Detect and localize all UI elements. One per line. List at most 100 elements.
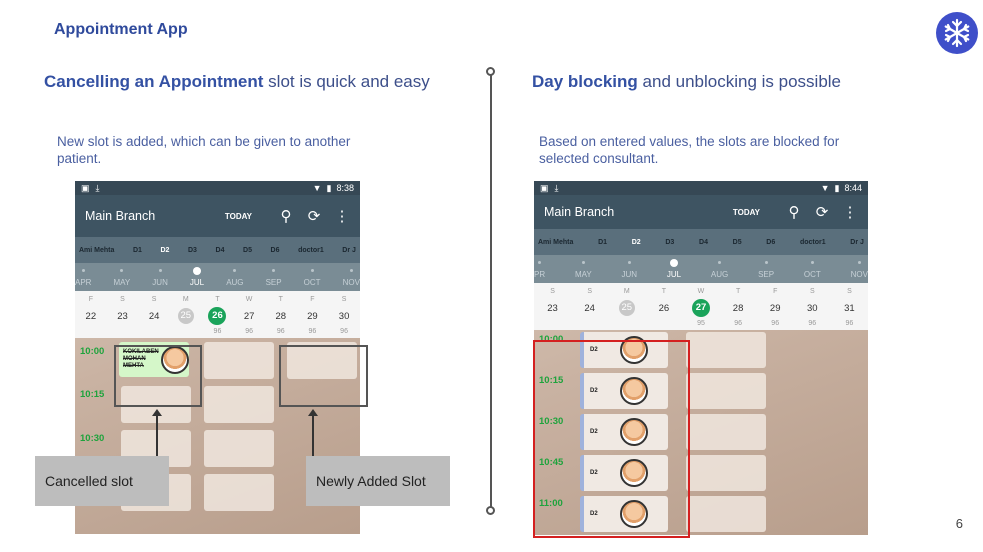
- month-item[interactable]: AUG: [711, 255, 728, 283]
- doctor-tab[interactable]: Ami Mehta: [79, 247, 114, 254]
- month-item[interactable]: OCT: [804, 255, 821, 283]
- doctor-tab[interactable]: D6: [766, 239, 775, 246]
- status-time: 8:44: [844, 183, 862, 193]
- month-label: MAY: [113, 278, 131, 287]
- empty-slot[interactable]: [686, 332, 766, 368]
- doctor-tab[interactable]: D3: [665, 239, 674, 246]
- calendar-day[interactable]: 30: [801, 303, 823, 314]
- doctor-tab[interactable]: Dr J: [850, 239, 864, 246]
- month-dot: [810, 261, 814, 264]
- month-dot: [349, 269, 353, 272]
- empty-slot[interactable]: [686, 414, 766, 450]
- doctor-tab[interactable]: Ami Mehta: [538, 239, 573, 246]
- slot-count: 96: [734, 320, 742, 327]
- slot-count: 96: [276, 328, 285, 335]
- month-dot: [764, 261, 768, 264]
- weekday-label: S: [809, 288, 815, 295]
- doctor-tab[interactable]: Dr J: [342, 247, 356, 254]
- calendar-day[interactable]: 27: [691, 299, 710, 317]
- empty-slot[interactable]: [204, 386, 274, 423]
- calendar-day[interactable]: 29: [764, 303, 786, 314]
- calendar-day[interactable]: 28: [270, 311, 292, 322]
- calendar-day[interactable]: 30: [333, 311, 355, 322]
- calendar-day[interactable]: 24: [579, 303, 601, 314]
- calendar-day[interactable]: 31: [838, 303, 860, 314]
- calendar-day[interactable]: 28: [727, 303, 749, 314]
- calendar-day[interactable]: 22: [80, 311, 102, 322]
- calendar-day[interactable]: 25: [177, 308, 194, 324]
- month-label: JUN: [152, 278, 168, 287]
- doctor-tab[interactable]: D6: [271, 247, 280, 254]
- month-item[interactable]: NOV: [343, 263, 360, 291]
- today-button[interactable]: TODAY: [225, 212, 252, 221]
- month-item[interactable]: JUL: [190, 263, 204, 291]
- month-item[interactable]: NOV: [851, 255, 868, 283]
- doctor-tab[interactable]: D4: [216, 247, 225, 254]
- month-dot: [193, 267, 202, 275]
- calendar-day[interactable]: 24: [143, 311, 165, 322]
- doctor-tab[interactable]: doctor1: [800, 239, 826, 246]
- month-label: SEP: [758, 270, 775, 279]
- weekday-label: T: [735, 288, 741, 295]
- empty-slot[interactable]: [204, 474, 274, 511]
- app-title: Appointment App: [54, 21, 188, 38]
- doctor-tab[interactable]: doctor1: [298, 247, 324, 254]
- time-label: 10:15: [80, 389, 105, 400]
- refresh-icon[interactable]: ⟳: [306, 207, 322, 225]
- search-icon[interactable]: ⚲: [278, 207, 294, 225]
- more-menu-icon[interactable]: ⋮: [842, 203, 858, 221]
- month-item[interactable]: SEP: [266, 263, 282, 291]
- more-menu-icon[interactable]: ⋮: [334, 207, 350, 225]
- refresh-icon[interactable]: ⟳: [814, 203, 830, 221]
- calendar-day[interactable]: 23: [542, 303, 564, 314]
- empty-slot[interactable]: [686, 455, 766, 491]
- doctor-tab[interactable]: D1: [598, 239, 607, 246]
- doctor-tab[interactable]: D4: [699, 239, 708, 246]
- doctor-tab[interactable]: D3: [188, 247, 197, 254]
- month-item[interactable]: JUN: [152, 263, 168, 291]
- month-item[interactable]: SEP: [758, 255, 774, 283]
- month-item[interactable]: APR: [75, 263, 91, 291]
- doctor-tab[interactable]: D2: [632, 239, 641, 246]
- doctor-tabs: Ami Mehta D1 D2 D3 D4 D5 D6 doctor1 Dr J: [534, 229, 868, 255]
- calendar-day[interactable]: 27: [238, 311, 260, 322]
- search-icon[interactable]: ⚲: [786, 203, 802, 221]
- slot-count: 96: [308, 328, 317, 335]
- month-item[interactable]: PR: [534, 255, 545, 283]
- weekday-label: W: [697, 288, 705, 295]
- empty-slot[interactable]: [204, 342, 274, 379]
- month-item[interactable]: JUL: [667, 255, 681, 283]
- month-dot: [310, 269, 314, 272]
- doctor-tab[interactable]: D1: [133, 247, 142, 254]
- branch-name[interactable]: Main Branch: [544, 205, 733, 219]
- doctor-tab[interactable]: D2: [160, 247, 169, 254]
- branch-name[interactable]: Main Branch: [85, 209, 225, 223]
- empty-slot[interactable]: [686, 373, 766, 409]
- doctor-tab[interactable]: D5: [733, 239, 742, 246]
- today-button[interactable]: TODAY: [733, 208, 760, 217]
- cancel-description: New slot is added, which can be given to…: [57, 134, 351, 166]
- month-label: OCT: [303, 278, 321, 287]
- empty-slot[interactable]: [686, 496, 766, 532]
- calendar-day[interactable]: 25: [618, 300, 635, 316]
- slot-count: 96: [845, 320, 854, 327]
- doctor-tab[interactable]: D5: [243, 247, 252, 254]
- download-icon: ⤓: [95, 182, 100, 193]
- slot-count: 96: [340, 328, 348, 335]
- calendar-day[interactable]: 23: [111, 311, 133, 322]
- empty-slot[interactable]: [204, 430, 274, 467]
- wifi-icon: ▼: [312, 183, 322, 193]
- month-dot: [857, 261, 861, 264]
- calendar-day[interactable]: 29: [301, 311, 323, 322]
- month-item[interactable]: MAY: [113, 263, 131, 291]
- calendar-day[interactable]: 26: [208, 307, 227, 325]
- cancelled-slot-highlight: [114, 345, 202, 407]
- month-item[interactable]: JUN: [622, 255, 637, 283]
- status-time: 8:38: [336, 183, 354, 193]
- month-item[interactable]: AUG: [226, 263, 244, 291]
- calendar-day[interactable]: 26: [653, 303, 675, 314]
- slot-count: 96: [808, 320, 817, 327]
- month-item[interactable]: MAY: [575, 255, 592, 283]
- month-item[interactable]: OCT: [304, 263, 321, 291]
- battery-icon: ▮: [326, 182, 332, 193]
